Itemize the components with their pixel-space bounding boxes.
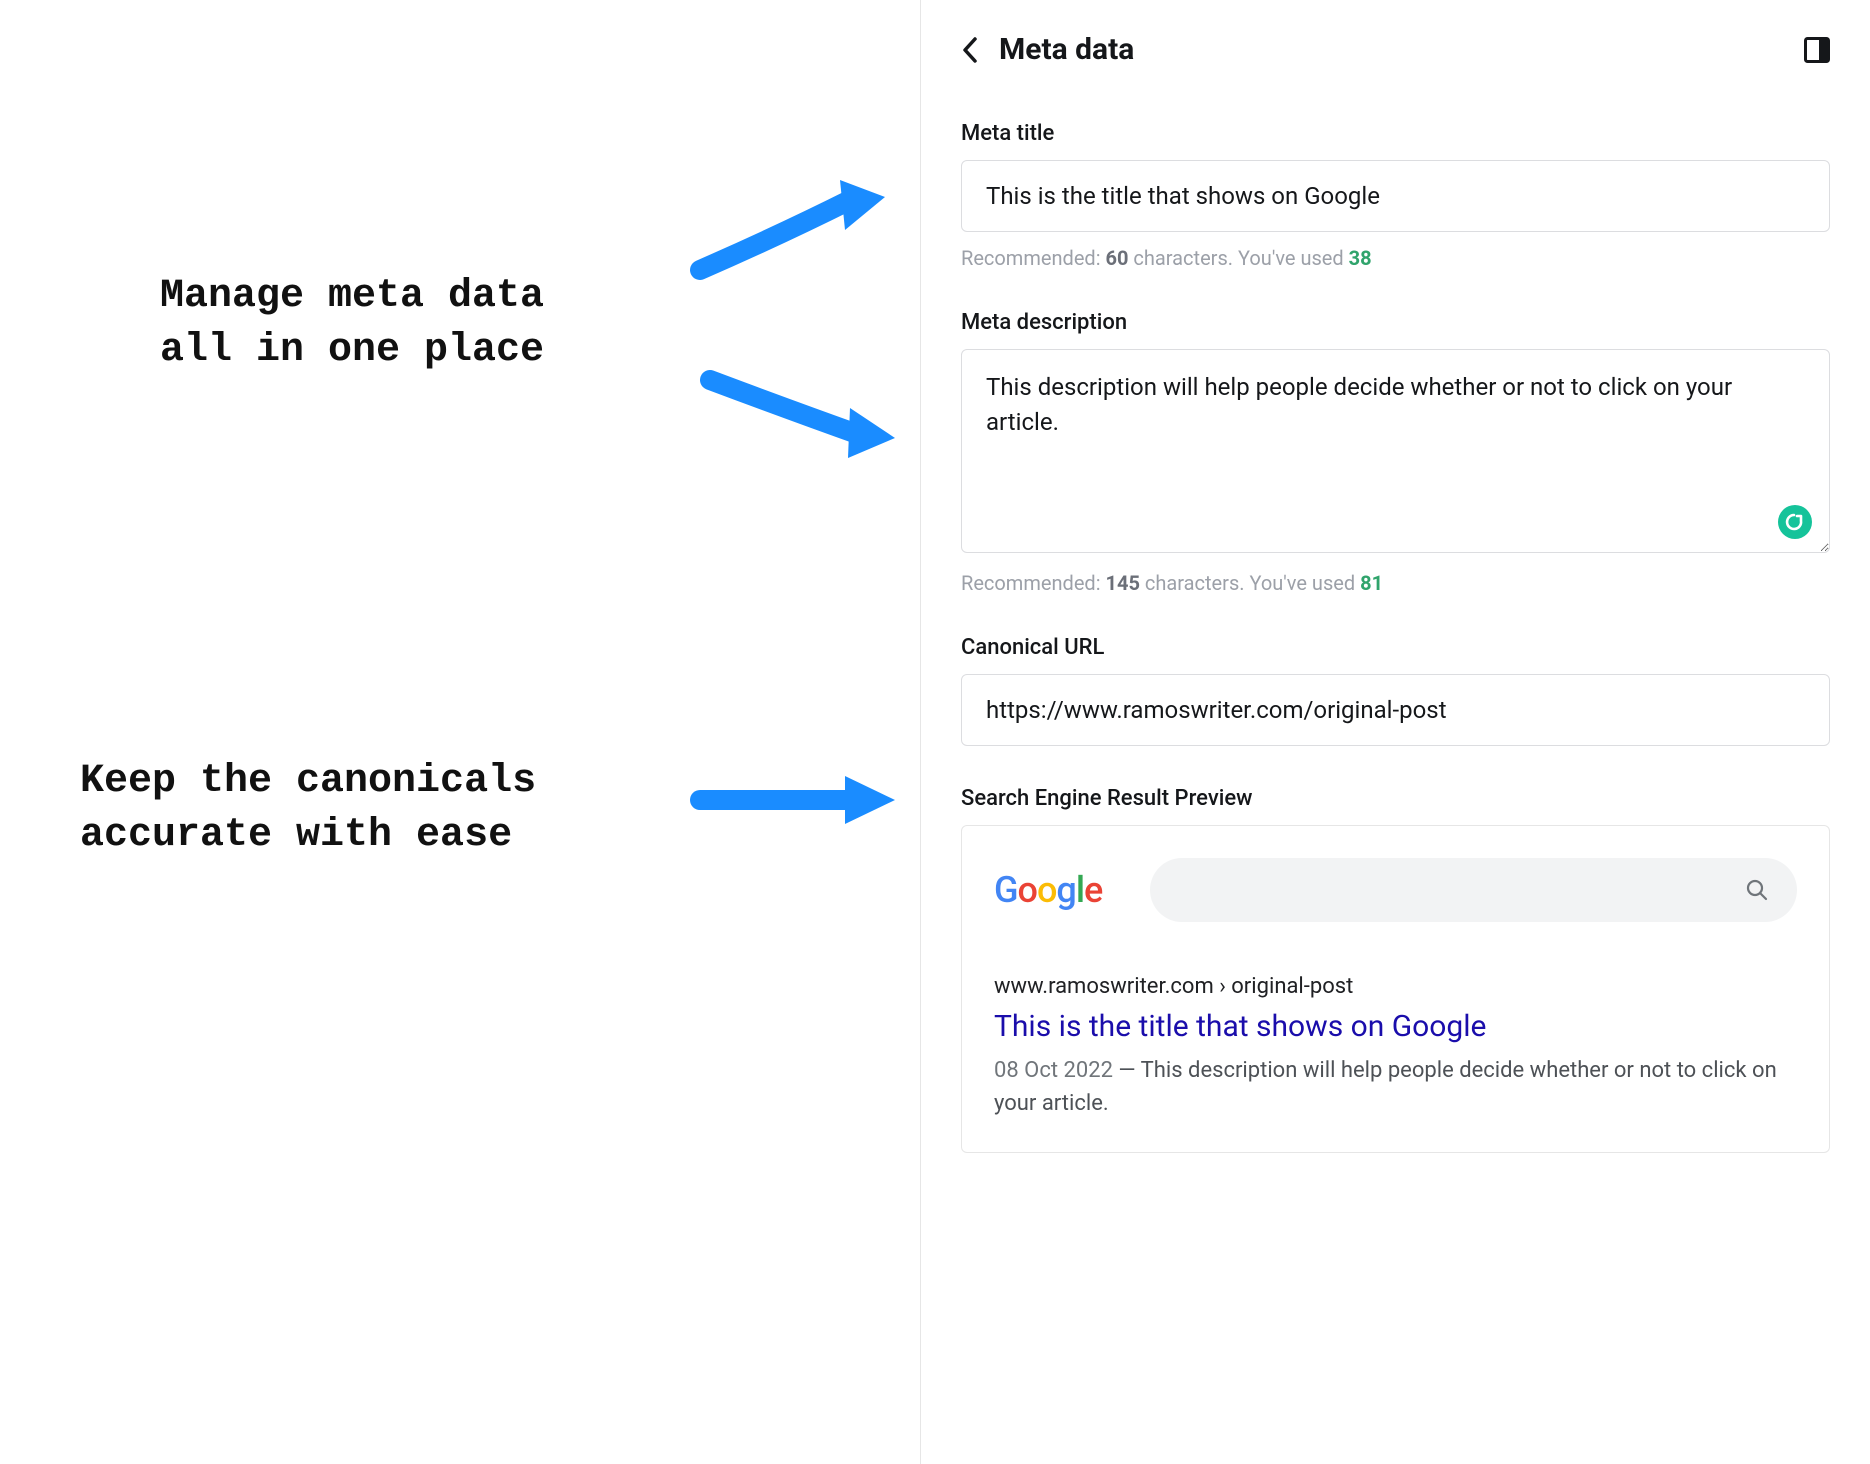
google-logo: Google [994,869,1102,911]
meta-title-label: Meta title [961,121,1830,146]
serp-preview-box: Google www.ramoswriter.com › original-po… [961,825,1830,1153]
search-icon [1745,878,1769,902]
arrow-icon [690,770,900,830]
meta-title-input[interactable] [961,160,1830,232]
panel-title: Meta data [999,32,1134,67]
meta-title-group: Meta title Recommended: 60 characters. Y… [961,121,1830,270]
serp-result-title: This is the title that shows on Google [994,1009,1797,1044]
annotation-pane: Manage meta data all in one place Keep t… [0,0,920,1464]
meta-description-group: Meta description Recommended: 145 charac… [961,310,1830,595]
meta-title-hint: Recommended: 60 characters. You've used … [961,246,1830,270]
canonical-url-input[interactable] [961,674,1830,746]
meta-description-label: Meta description [961,310,1830,335]
serp-preview-group: Search Engine Result Preview Google www.… [961,786,1830,1153]
arrow-icon [700,360,900,460]
back-button[interactable] [961,36,979,64]
callout-canonical: Keep the canonicals accurate with ease [80,755,536,863]
arrow-icon [690,175,890,285]
canonical-url-group: Canonical URL [961,635,1830,746]
callout-meta: Manage meta data all in one place [160,270,544,378]
canonical-url-label: Canonical URL [961,635,1830,660]
panel-right-icon [1804,37,1830,63]
serp-search-bar [1150,858,1797,922]
sidebar-toggle-button[interactable] [1804,37,1830,63]
serp-preview-label: Search Engine Result Preview [961,786,1830,811]
serp-breadcrumb: www.ramoswriter.com › original-post [994,974,1797,999]
meta-description-input[interactable] [961,349,1830,553]
panel-header: Meta data [961,32,1830,67]
serp-result-description: 08 Oct 2022 — This description will help… [994,1054,1797,1120]
chevron-left-icon [961,36,979,64]
meta-description-hint: Recommended: 145 characters. You've used… [961,571,1830,595]
meta-data-panel: Meta data Meta title Recommended: 60 cha… [920,0,1870,1464]
